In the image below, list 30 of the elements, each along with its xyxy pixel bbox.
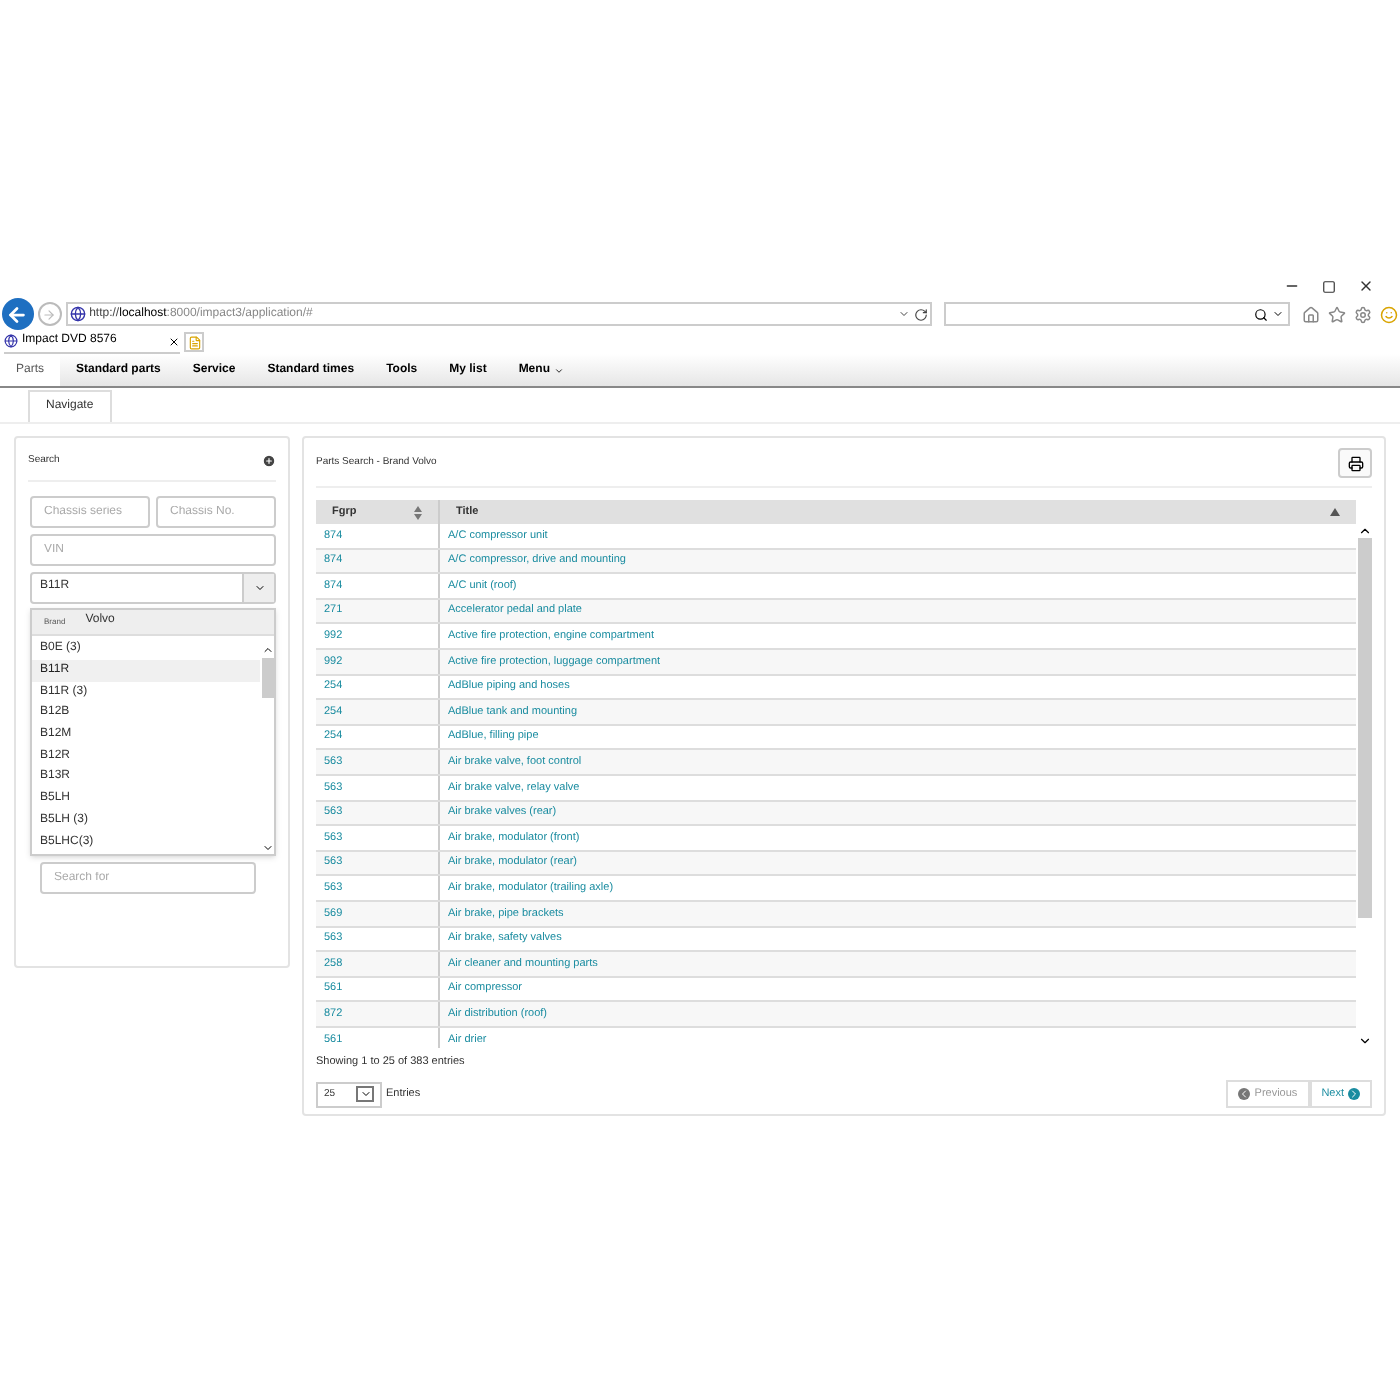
scrollbar[interactable] [1356,524,1372,1048]
home-icon[interactable] [1302,305,1320,323]
settings-icon[interactable] [1354,305,1372,323]
scroll-thumb[interactable] [261,657,273,697]
close-icon[interactable] [1358,278,1374,294]
caret-icon [553,365,564,375]
maximize-icon[interactable] [1322,279,1336,293]
close-icon[interactable] [168,335,180,347]
right-arrow-icon [1348,1088,1360,1101]
add-icon[interactable] [262,454,276,469]
dropdown-icon [1272,308,1284,320]
page-icon [187,335,201,349]
scroll-thumb[interactable] [1357,538,1371,918]
printer-icon [1347,455,1363,471]
back-arrow-icon [6,303,29,325]
scroll-up-icon[interactable] [1357,524,1371,538]
left-arrow-icon [1238,1088,1251,1101]
dropdown-icon[interactable] [897,308,910,320]
forward-arrow-icon [42,307,57,321]
smiley-icon[interactable] [1380,305,1398,323]
print-button[interactable] [1338,448,1372,478]
back-button[interactable] [2,298,34,330]
star-icon[interactable] [1328,305,1346,323]
scroll-down-icon[interactable] [1357,1034,1371,1048]
caret-icon [359,1088,371,1101]
caret-icon [253,581,265,593]
refresh-icon[interactable] [913,307,928,321]
site-icon [4,334,18,348]
search-icon [1254,307,1268,321]
site-icon [69,306,86,322]
